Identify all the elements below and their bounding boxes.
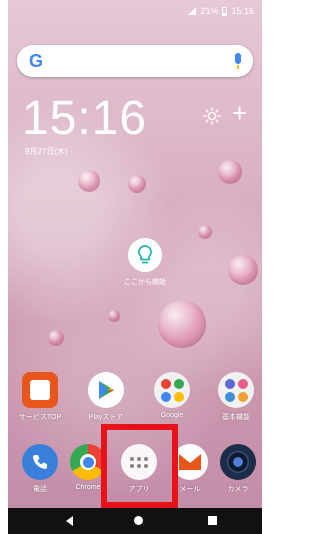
navigation-bar bbox=[8, 508, 262, 534]
start-hint[interactable]: ここから開始 bbox=[115, 238, 175, 287]
sun-icon[interactable] bbox=[203, 107, 221, 125]
phone-screen: 21% 15:16 G 15:16 9月27日(木) + ここから開始 サービス… bbox=[0, 0, 270, 534]
basic-functions-icon bbox=[218, 372, 254, 408]
docomo-service-icon bbox=[22, 372, 58, 408]
wallpaper-drop bbox=[158, 300, 206, 348]
status-time: 15:16 bbox=[231, 6, 254, 16]
play-store-icon bbox=[88, 372, 124, 408]
app-label: 基本機能 bbox=[222, 414, 250, 421]
hint-label: ここから開始 bbox=[124, 279, 166, 286]
back-icon[interactable] bbox=[66, 516, 73, 526]
recents-icon[interactable] bbox=[208, 516, 217, 525]
wallpaper-drop bbox=[198, 225, 212, 239]
phone-icon bbox=[22, 444, 58, 480]
app-basic-functions[interactable]: 基本機能 bbox=[208, 372, 264, 422]
clock-time[interactable]: 15:16 bbox=[22, 95, 147, 143]
app-play-store[interactable]: Playストア bbox=[78, 372, 134, 422]
signal-icon bbox=[188, 7, 197, 15]
app-label: Playストア bbox=[88, 414, 124, 421]
app-service-top[interactable]: サービスTOP bbox=[12, 372, 68, 422]
add-icon[interactable]: + bbox=[232, 100, 247, 126]
wallpaper-drop bbox=[108, 310, 120, 322]
dock-camera[interactable]: カメラ bbox=[210, 444, 266, 494]
battery-icon bbox=[222, 6, 228, 16]
wallpaper-drop bbox=[228, 255, 258, 285]
wallpaper-drop bbox=[128, 175, 146, 193]
camera-icon bbox=[220, 444, 256, 480]
home-icon[interactable] bbox=[134, 516, 143, 525]
wallpaper-drop bbox=[78, 170, 100, 192]
app-label: サービスTOP bbox=[18, 414, 62, 421]
wallpaper-drop bbox=[48, 330, 64, 346]
google-search-bar[interactable]: G bbox=[17, 45, 253, 77]
app-label: カメラ bbox=[227, 486, 249, 493]
microphone-icon[interactable] bbox=[235, 53, 241, 69]
wallpaper-drop bbox=[218, 160, 242, 184]
app-google-folder[interactable]: Google bbox=[144, 372, 200, 419]
status-bar: 21% 15:16 bbox=[8, 0, 262, 22]
lightbulb-icon bbox=[128, 238, 162, 272]
google-logo-icon: G bbox=[29, 51, 44, 71]
google-folder-icon bbox=[154, 372, 190, 408]
app-label: Google bbox=[160, 412, 184, 419]
battery-percent: 21% bbox=[200, 6, 219, 16]
clock-date: 9月27日(木) bbox=[25, 147, 68, 156]
highlight-box bbox=[101, 424, 178, 508]
